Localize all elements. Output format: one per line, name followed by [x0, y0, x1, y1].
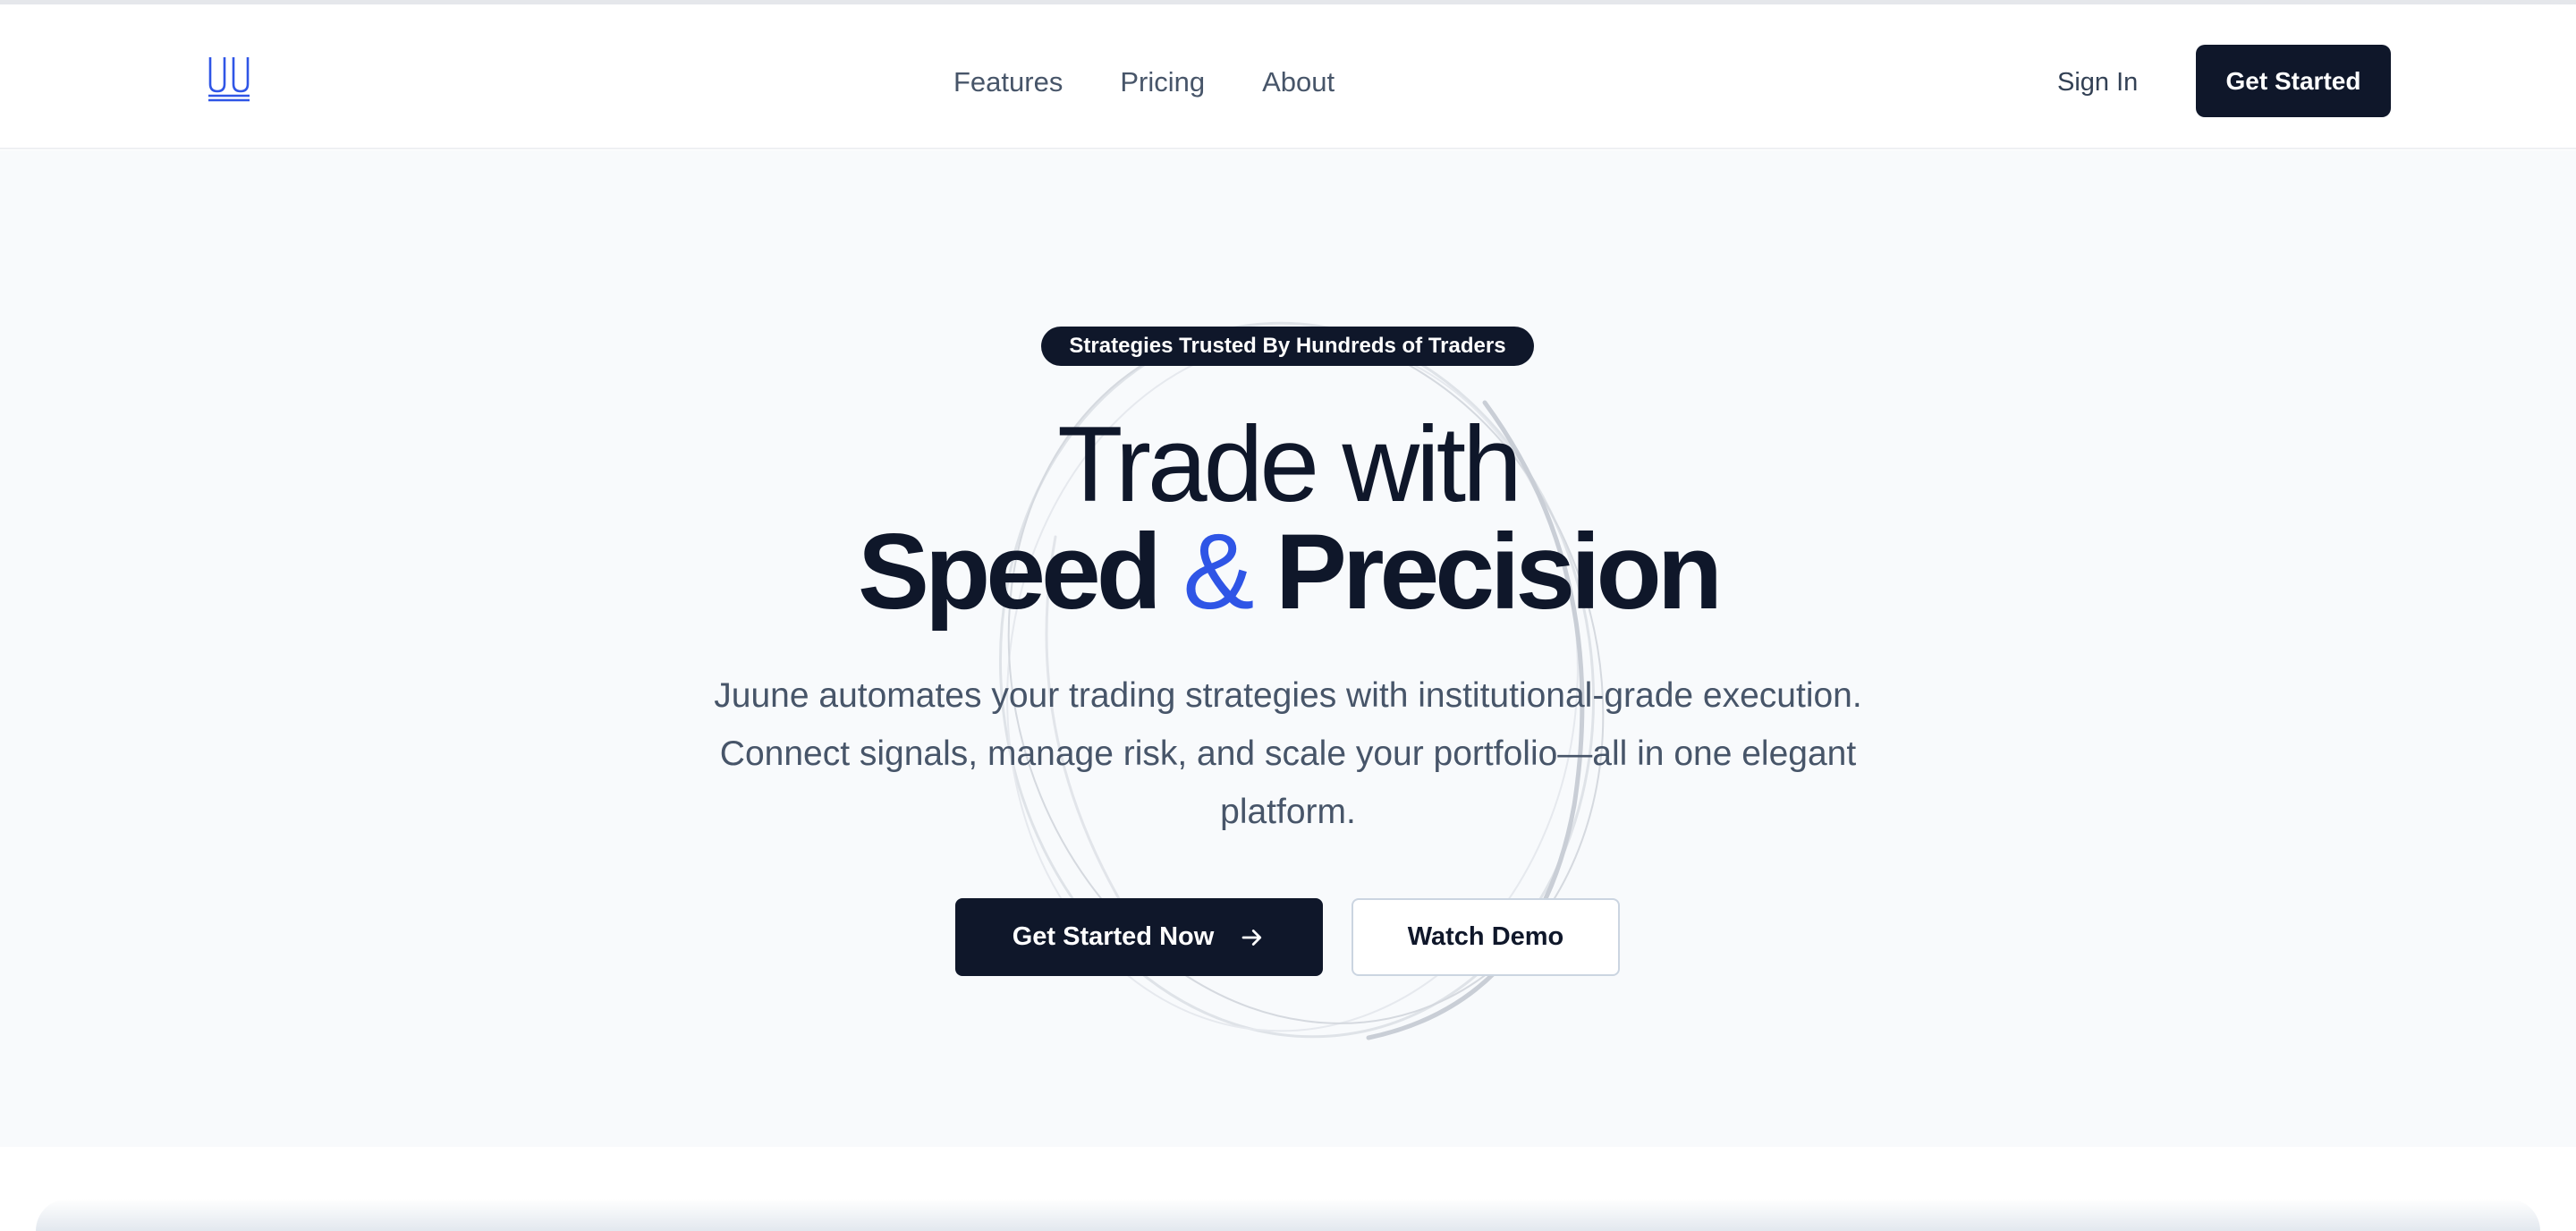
nav-features-link[interactable]: Features	[953, 60, 1063, 105]
hero-headline-line1: Trade with	[1057, 404, 1522, 524]
arrow-right-icon	[1241, 929, 1262, 946]
headline-word-precision: Precision	[1275, 512, 1723, 632]
hero-subtitle: Juune automates your trading strategies …	[714, 676, 1862, 831]
nav-pricing-link[interactable]: Pricing	[1120, 60, 1205, 105]
watch-demo-button[interactable]: Watch Demo	[1352, 898, 1620, 976]
trust-badge: Strategies Trusted By Hundreds of Trader…	[1041, 327, 1534, 366]
get-started-now-label: Get Started Now	[1012, 922, 1215, 951]
next-section-card-shadow	[36, 1199, 2540, 1231]
main-nav: Features Pricing About	[953, 60, 1335, 105]
get-started-button[interactable]: Get Started	[2196, 45, 2391, 117]
site-header: Features Pricing About Sign In Get Start…	[0, 4, 2576, 149]
headline-ampersand: &	[1182, 512, 1254, 632]
sign-in-link[interactable]: Sign In	[2057, 60, 2138, 105]
juune-logo-icon[interactable]	[208, 55, 250, 102]
nav-about-link[interactable]: About	[1262, 60, 1335, 105]
hero-headline-line2: Speed & Precision	[0, 517, 2576, 626]
get-started-now-button[interactable]: Get Started Now	[955, 898, 1323, 976]
headline-word-speed: Speed	[857, 512, 1162, 632]
